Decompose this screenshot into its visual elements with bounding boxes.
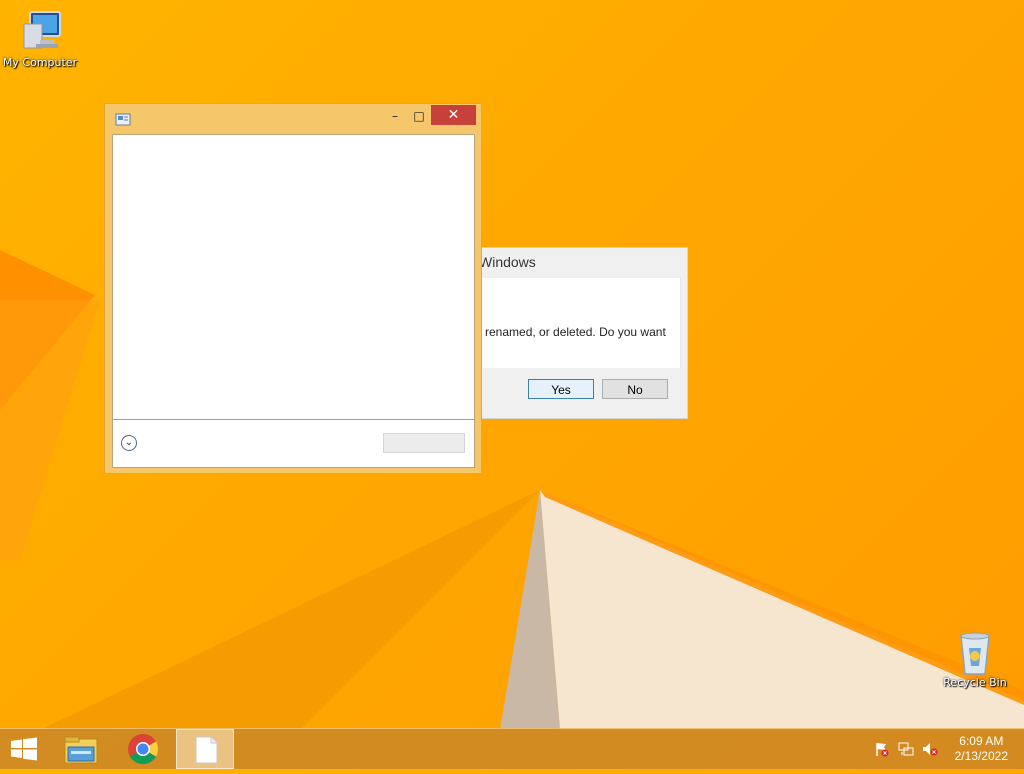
minimize-button[interactable]: – <box>383 106 407 126</box>
desktop-icon-my-computer[interactable]: My Computer <box>0 10 80 69</box>
clock-date: 2/13/2022 <box>954 749 1008 763</box>
desktop-icon-label: My Computer <box>2 56 78 69</box>
computer-icon <box>16 10 64 54</box>
window-app-icon <box>115 112 131 126</box>
dialog-title: Windows <box>479 254 536 270</box>
taskbar-active-document[interactable] <box>176 729 234 769</box>
system-clock[interactable]: 6:09 AM 2/13/2022 <box>955 734 1008 764</box>
chrome-icon <box>128 734 159 765</box>
taskbar-file-explorer[interactable] <box>52 729 110 769</box>
progress-window: – □ ✕ ⌄ <box>104 103 482 474</box>
file-explorer-icon <box>64 736 98 764</box>
action-center-flag-icon[interactable] <box>874 741 890 757</box>
network-icon[interactable] <box>898 741 914 757</box>
dialog-message: renamed, or deleted. Do you want <box>485 325 666 339</box>
taskbar-chrome[interactable] <box>114 729 172 769</box>
no-button[interactable]: No <box>602 379 668 399</box>
recycle-bin-icon <box>951 630 999 675</box>
dialog-content: renamed, or deleted. Do you want <box>477 278 681 368</box>
expand-details-icon[interactable]: ⌄ <box>121 435 137 451</box>
clock-time: 6:09 AM <box>959 734 1004 748</box>
window-client-area: ⌄ <box>112 134 475 468</box>
windows-start-icon <box>11 737 37 761</box>
confirm-dialog: Windows renamed, or deleted. Do you want… <box>476 247 688 419</box>
taskbar: 6:09 AM 2/13/2022 <box>0 728 1024 769</box>
maximize-button[interactable]: □ <box>407 106 431 126</box>
yes-button[interactable]: Yes <box>528 379 594 399</box>
footer-divider <box>113 419 474 420</box>
desktop-icon-label: Recycle Bin <box>943 676 1007 689</box>
progress-bar <box>383 433 465 453</box>
close-button[interactable]: ✕ <box>431 105 476 125</box>
volume-muted-icon[interactable] <box>922 741 938 757</box>
blank-document-icon <box>195 736 218 764</box>
start-button[interactable] <box>0 729 58 769</box>
desktop-icon-recycle-bin[interactable]: Recycle Bin <box>935 630 1015 689</box>
